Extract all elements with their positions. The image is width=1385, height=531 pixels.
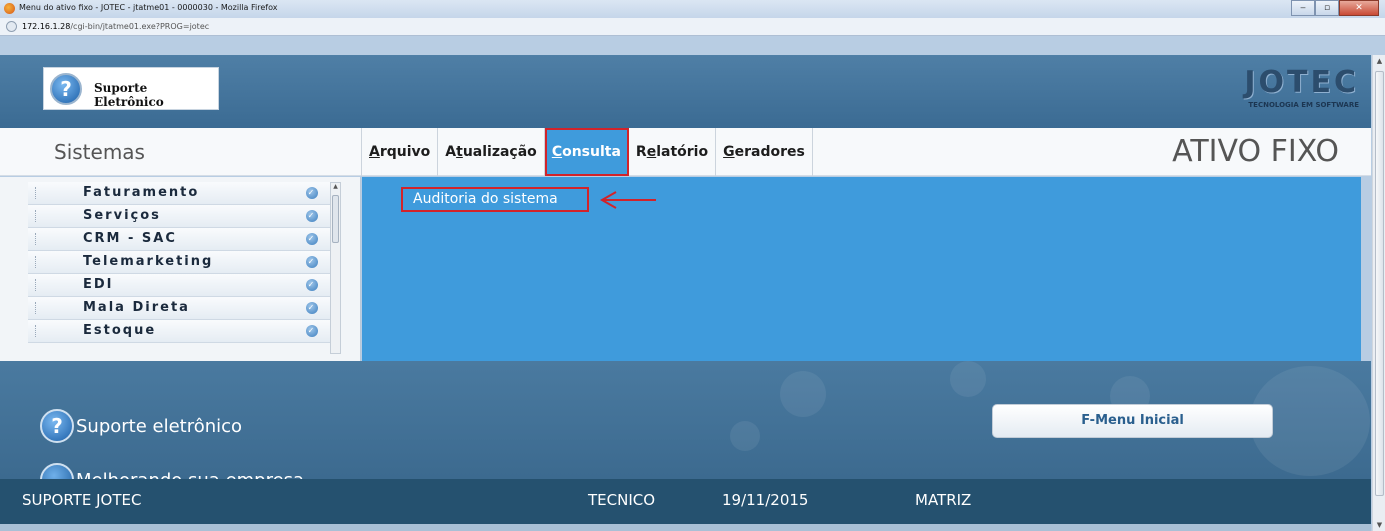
sidebar-item-faturamento[interactable]: Faturamento ✓ (28, 182, 330, 205)
scroll-up-arrow-icon[interactable]: ▲ (1375, 57, 1384, 65)
window-title: Menu do ativo fixo - JOTEC - jtatme01 - … (19, 3, 278, 12)
footer-panel: ? Suporte eletrônico Melhorando sua empr… (0, 361, 1371, 479)
status-role: TECNICO (588, 491, 656, 509)
menu-atualizacao[interactable]: At ualização (438, 128, 545, 176)
status-branch: MATRIZ (915, 491, 972, 509)
status-bar: SUPORTE JOTEC TECNICO 19/11/2015 MATRIZ (0, 479, 1371, 524)
menu-relatorio[interactable]: Re latório (629, 128, 717, 176)
firefox-icon (4, 3, 15, 14)
status-date: 19/11/2015 (722, 491, 809, 509)
decorative-bubble (780, 371, 826, 417)
check-icon: ✓ (306, 210, 318, 222)
drag-grip-icon (35, 210, 37, 222)
decorative-bubble (730, 421, 760, 451)
site-identity-icon[interactable] (6, 21, 17, 32)
page-content: ? Suporte Eletrônico JOTEC TECNOLOGIA EM… (0, 37, 1371, 531)
page-scrollbar[interactable]: ▲ ▼ (1372, 55, 1385, 531)
check-icon: ✓ (306, 325, 318, 337)
drag-grip-icon (35, 256, 37, 268)
sidebar-item-telemarketing[interactable]: Telemarketing ✓ (28, 251, 330, 274)
main-menu: Arquivo At ualização Consulta Re latório G… (362, 128, 813, 176)
drag-grip-icon (35, 302, 37, 314)
sidebar-scrollbar-thumb[interactable] (332, 195, 339, 243)
header-banner: ? Suporte Eletrônico JOTEC TECNOLOGIA EM… (0, 55, 1371, 128)
menu-geradores[interactable]: Geradores (716, 128, 813, 176)
check-icon: ✓ (306, 302, 318, 314)
menu-content-area: Auditoria do sistema (362, 177, 1361, 361)
close-button[interactable]: ✕ (1339, 0, 1379, 16)
footer-line-melhorando: Melhorando sua empresa (40, 463, 304, 479)
sidebar-item-servicos[interactable]: Serviços ✓ (28, 205, 330, 228)
growth-chart-icon (40, 463, 74, 479)
module-title: ATIVO FIXO (1172, 134, 1339, 169)
browser-window: Menu do ativo fixo - JOTEC - jtatme01 - … (0, 0, 1385, 531)
sidebar-item-crm-sac[interactable]: CRM - SAC ✓ (28, 228, 330, 251)
sidebar-item-mala-direta[interactable]: Mala Direta ✓ (28, 297, 330, 320)
help-question-icon: ? (50, 73, 82, 105)
drag-grip-icon (35, 279, 37, 291)
sidebar-item-edi[interactable]: EDI ✓ (28, 274, 330, 297)
window-controls: ‒ ▫ ✕ (1291, 0, 1379, 16)
f-menu-inicial-button[interactable]: F-Menu Inicial (992, 404, 1273, 438)
scroll-up-arrow-icon[interactable]: ▲ (331, 183, 340, 190)
logo-text: Suporte Eletrônico (94, 81, 164, 109)
suporte-eletronico-logo[interactable]: ? Suporte Eletrônico (43, 67, 219, 110)
sidebar-scrollbar[interactable]: ▲ (330, 182, 341, 354)
scrollbar-thumb[interactable] (1375, 71, 1384, 496)
help-question-icon: ? (40, 409, 74, 443)
check-icon: ✓ (306, 256, 318, 268)
check-icon: ✓ (306, 233, 318, 245)
minimize-button[interactable]: ‒ (1291, 0, 1315, 16)
jotec-tagline: TECNOLOGIA EM SOFTWARE (1248, 101, 1359, 109)
sidebar-item-estoque[interactable]: Estoque ✓ (28, 320, 330, 343)
drag-grip-icon (35, 187, 37, 199)
menu-consulta[interactable]: Consulta (544, 128, 629, 176)
drag-grip-icon (35, 233, 37, 245)
address-bar[interactable]: 172.16.1.28/cgi-bin/jtatme01.exe?PROG=jo… (0, 18, 1385, 36)
systems-list: Faturamento ✓ Serviços ✓ CRM - SAC ✓ Telema… (28, 182, 330, 343)
sistemas-heading: Sistemas (54, 140, 145, 164)
submenu-auditoria-do-sistema[interactable]: Auditoria do sistema (401, 187, 589, 212)
pointer-arrow-icon (599, 191, 656, 209)
status-user: SUPORTE JOTEC (22, 491, 142, 509)
scroll-down-arrow-icon[interactable]: ▼ (1375, 521, 1384, 529)
jotec-logo: JOTEC TECNOLOGIA EM SOFTWARE (1199, 67, 1359, 115)
check-icon: ✓ (306, 279, 318, 291)
jotec-brand: JOTEC (1244, 65, 1359, 100)
drag-grip-icon (35, 325, 37, 337)
url-text[interactable]: 172.16.1.28/cgi-bin/jtatme01.exe?PROG=jo… (22, 22, 209, 31)
title-bar: Menu do ativo fixo - JOTEC - jtatme01 - … (0, 0, 1385, 18)
bottom-strip (0, 524, 1371, 531)
decorative-bubble (950, 361, 986, 397)
check-icon: ✓ (306, 187, 318, 199)
menu-bar: Sistemas Arquivo At ualização Consulta Re… (0, 128, 1371, 176)
footer-line-suporte: ? Suporte eletrônico (40, 409, 242, 443)
systems-sidebar: Faturamento ✓ Serviços ✓ CRM - SAC ✓ Telema… (0, 177, 361, 361)
menu-arquivo[interactable]: Arquivo (362, 128, 439, 176)
maximize-button[interactable]: ▫ (1315, 0, 1339, 16)
